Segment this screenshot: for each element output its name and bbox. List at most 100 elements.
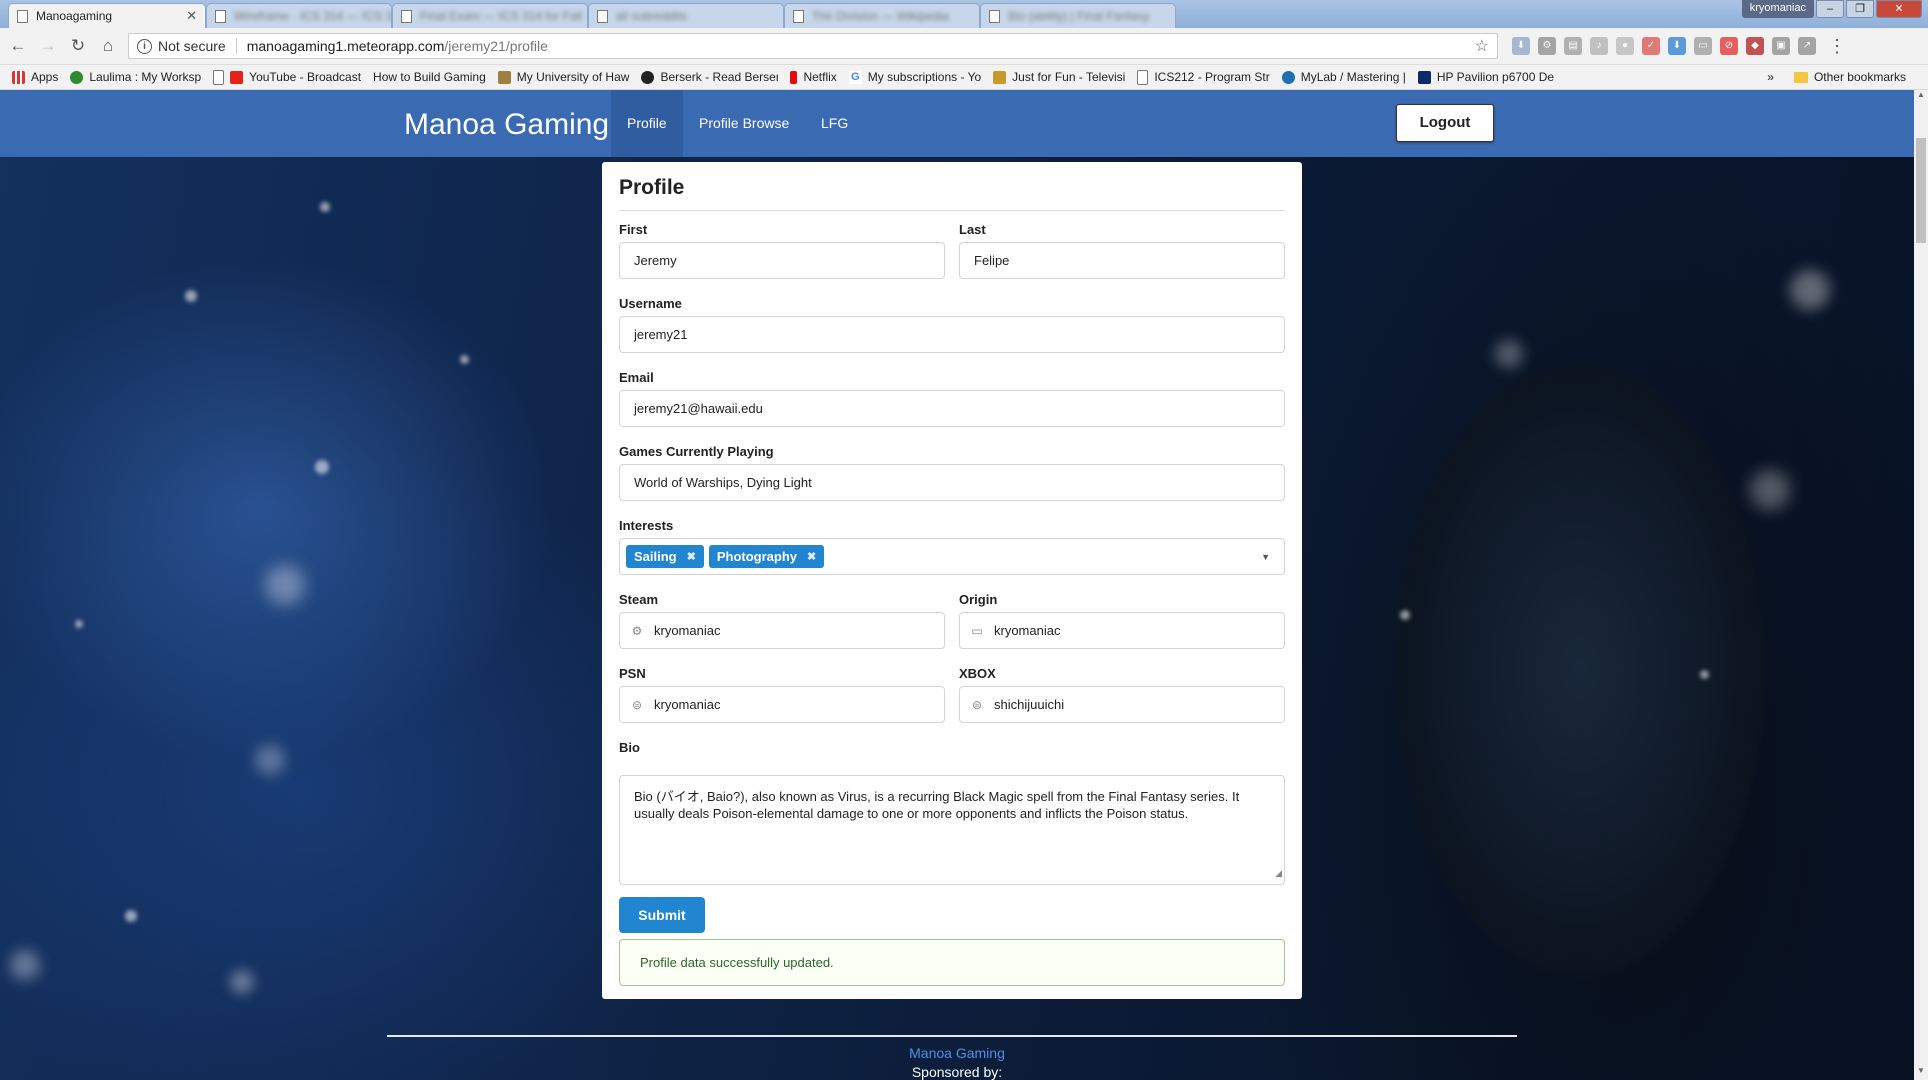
window-user[interactable]: kryomaniac <box>1741 0 1814 18</box>
desktop-icon: ▭ <box>971 623 983 638</box>
page-scrollbar[interactable]: ▲ ▼ <box>1914 90 1928 1080</box>
last-name-field[interactable]: Felipe <box>959 242 1285 279</box>
browser-tab[interactable]: The Division — Wikipedia <box>784 3 980 28</box>
scroll-down-icon[interactable]: ▼ <box>1914 1066 1928 1080</box>
bookmark-label: MyLab / Mastering | <box>1300 70 1406 84</box>
bookmarks-overflow-icon[interactable]: » <box>1767 70 1774 84</box>
downloads-icon[interactable]: ⬇ <box>1668 37 1686 55</box>
address-bar[interactable]: i Not secure manoagaming1.meteorapp.com … <box>128 33 1498 59</box>
bookmark-item[interactable]: My University of Haw <box>497 70 629 84</box>
extension-icon[interactable]: ✓ <box>1642 37 1660 55</box>
bookmark-item[interactable]: Laulima : My Worksp <box>70 70 201 84</box>
security-status[interactable]: Not secure <box>158 38 237 54</box>
restore-icon[interactable]: ❐ <box>1846 0 1874 18</box>
minimize-icon[interactable]: – <box>1816 0 1844 18</box>
browser-toolbar: ← → ↻ ⌂ i Not secure manoagaming1.meteor… <box>0 28 1928 65</box>
snow-particle <box>460 355 469 364</box>
remove-icon[interactable]: ✖ <box>687 550 696 563</box>
bookmark-item[interactable]: How to Build Gaming <box>373 70 486 84</box>
close-icon[interactable]: ✕ <box>180 8 197 24</box>
forward-icon[interactable]: → <box>36 36 60 56</box>
bookmark-apps[interactable]: Apps <box>12 70 58 84</box>
bookmark-item[interactable]: Berserk - Read Berser <box>641 70 778 84</box>
snow-particle <box>1700 670 1709 679</box>
other-bookmarks[interactable]: Other bookmarks <box>1814 70 1906 84</box>
submit-button[interactable]: Submit <box>619 897 705 933</box>
psn-field[interactable]: ⊜ kryomaniac <box>619 686 945 723</box>
extension-icon[interactable]: ▤ <box>1564 37 1582 55</box>
sound-icon[interactable]: ♪ <box>1590 37 1608 55</box>
dropdown-caret-icon[interactable]: ▼ <box>1261 552 1270 562</box>
bookmark-item[interactable]: HP Pavilion p6700 De <box>1417 70 1555 84</box>
bookmark-item[interactable]: ICS212 - Program Str <box>1137 69 1270 85</box>
bookmark-item[interactable]: Just for Fun - Televisi <box>993 70 1125 84</box>
ublock-icon[interactable]: ◆ <box>1746 37 1764 55</box>
save-icon[interactable]: ▣ <box>1772 37 1790 55</box>
first-name-field[interactable]: Jeremy <box>619 242 945 279</box>
browser-tab[interactable]: Wireframe · ICS 314 — ICS 314 <box>206 3 392 28</box>
origin-field[interactable]: ▭ kryomaniac <box>959 612 1285 649</box>
footer-title[interactable]: Manoa Gaming <box>0 1045 1914 1061</box>
browser-tab-strip: Manoagaming ✕ Wireframe · ICS 314 — ICS … <box>0 0 1928 28</box>
bookmark-label: Laulima : My Worksp <box>89 70 202 84</box>
logout-button[interactable]: Logout <box>1396 104 1494 142</box>
scroll-up-icon[interactable]: ▲ <box>1914 90 1928 104</box>
reload-icon[interactable]: ↻ <box>66 36 90 56</box>
interests-multiselect[interactable]: Sailing ✖ Photography ✖ ▼ <box>619 538 1285 575</box>
xbox-field[interactable]: ⊜ shichijuuichi <box>959 686 1285 723</box>
resize-grip-icon[interactable]: ◢ <box>1275 865 1282 882</box>
bookmark-label: My subscriptions - Yo <box>867 70 982 84</box>
footer-divider <box>387 1035 1517 1037</box>
block-icon[interactable]: ⊘ <box>1720 37 1738 55</box>
extension-icon[interactable]: ⚙ <box>1538 37 1556 55</box>
gamepad-icon: ⊜ <box>631 697 643 712</box>
snow-particle <box>1400 610 1410 620</box>
snow-particle <box>125 910 137 922</box>
back-icon[interactable]: ← <box>6 36 30 56</box>
bookmark-item[interactable]: MyLab / Mastering | <box>1281 70 1406 84</box>
bookmark-label: Berserk - Read Berser <box>660 70 779 84</box>
browser-tab[interactable]: all subreddits <box>588 3 784 28</box>
brand-logo[interactable]: Manoa Gaming <box>404 108 609 142</box>
close-window-icon[interactable]: ✕ <box>1876 0 1922 18</box>
extension-icon[interactable]: ▭ <box>1694 37 1712 55</box>
extension-icon[interactable]: ● <box>1616 37 1634 55</box>
remove-icon[interactable]: ✖ <box>807 550 816 563</box>
snow-particle <box>1750 470 1790 510</box>
browser-menu-icon[interactable]: ⋮ <box>1828 36 1846 57</box>
browser-tab[interactable]: Bio (ability) | Final Fantasy <box>980 3 1176 28</box>
tab-title: Bio (ability) | Final Fantasy <box>1008 9 1150 23</box>
bio-textarea[interactable]: Bio (バイオ, Baio?), also known as Virus, i… <box>619 775 1285 885</box>
browser-tab-active[interactable]: Manoagaming ✕ <box>8 3 206 28</box>
snow-particle <box>1790 270 1830 310</box>
psn-label: PSN <box>619 666 646 681</box>
scrollbar-thumb[interactable] <box>1916 138 1926 243</box>
bookmark-item[interactable]: G My subscriptions - Yo <box>848 70 982 84</box>
email-field[interactable]: jeremy21@hawaii.edu <box>619 390 1285 427</box>
interest-chip[interactable]: Sailing ✖ <box>626 545 704 568</box>
bookmark-item[interactable]: YouTube - Broadcast <box>213 69 361 85</box>
nav-profile[interactable]: Profile <box>611 90 683 157</box>
url-path: /jeremy21/profile <box>444 38 548 54</box>
origin-label: Origin <box>959 592 998 607</box>
origin-value: kryomaniac <box>994 623 1061 638</box>
nav-profile-browse[interactable]: Profile Browse <box>683 90 805 157</box>
email-value: jeremy21@hawaii.edu <box>634 401 763 416</box>
bookmark-label: HP Pavilion p6700 De <box>1436 70 1555 84</box>
home-icon[interactable]: ⌂ <box>96 36 120 56</box>
bookmark-star-icon[interactable]: ☆ <box>1475 36 1489 56</box>
info-icon[interactable]: i <box>137 38 152 54</box>
username-field[interactable]: jeremy21 <box>619 316 1285 353</box>
divider <box>619 210 1285 211</box>
interest-chip[interactable]: Photography ✖ <box>708 545 825 568</box>
download-extension-icon[interactable]: ⬇ <box>1512 37 1530 55</box>
sync-icon[interactable]: ↗ <box>1798 37 1816 55</box>
browser-tab[interactable]: Final Exam — ICS 314 for Fall <box>392 3 588 28</box>
bookmark-item[interactable]: Netflix <box>790 70 837 84</box>
steam-field[interactable]: ⚙ kryomaniac <box>619 612 945 649</box>
snow-particle <box>265 565 305 605</box>
games-field[interactable]: World of Warships, Dying Light <box>619 464 1285 501</box>
window-controls: kryomaniac – ❐ ✕ <box>1741 0 1922 18</box>
chip-label: Sailing <box>634 549 677 564</box>
nav-lfg[interactable]: LFG <box>805 90 864 157</box>
